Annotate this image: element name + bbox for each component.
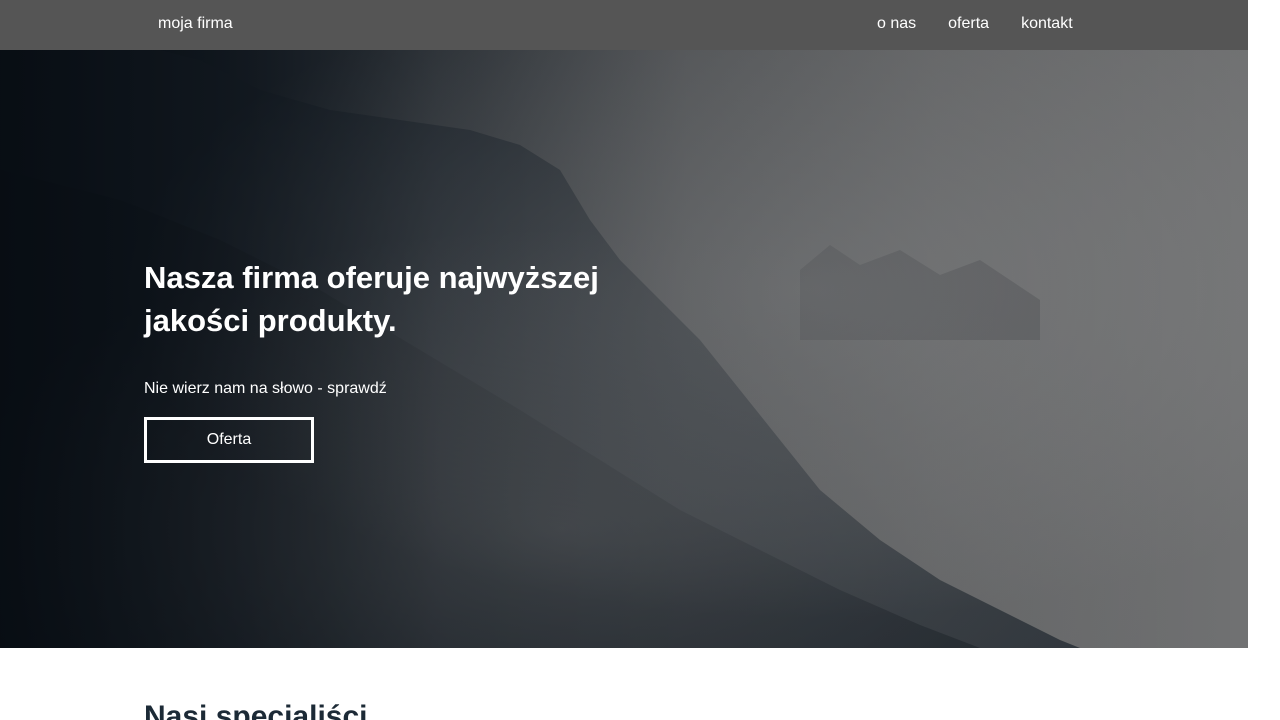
nav-link-o-nas[interactable]: o nas xyxy=(877,15,916,33)
nav-link-oferta[interactable]: oferta xyxy=(948,15,989,33)
oferta-button[interactable]: Oferta xyxy=(144,417,314,463)
hero-title: Nasza firma oferuje najwyższej jakości p… xyxy=(144,260,599,338)
scrollbar[interactable] xyxy=(1248,0,1280,720)
section-title: Nasi specjaliści xyxy=(144,700,368,720)
nav-link-kontakt[interactable]: kontakt xyxy=(1021,15,1073,33)
brand-link[interactable]: moja firma xyxy=(158,15,233,33)
navbar: moja firma o nas oferta kontakt xyxy=(0,0,1248,50)
page: moja firma o nas oferta kontakt Nasza fi… xyxy=(0,0,1280,720)
hero-subtitle: Nie wierz nam na słowo - sprawdź xyxy=(144,380,387,397)
hero-background-image xyxy=(0,50,1248,648)
hero-section: Nasza firma oferuje najwyższej jakości p… xyxy=(0,50,1248,648)
nav-links: o nas oferta kontakt xyxy=(877,15,1073,33)
